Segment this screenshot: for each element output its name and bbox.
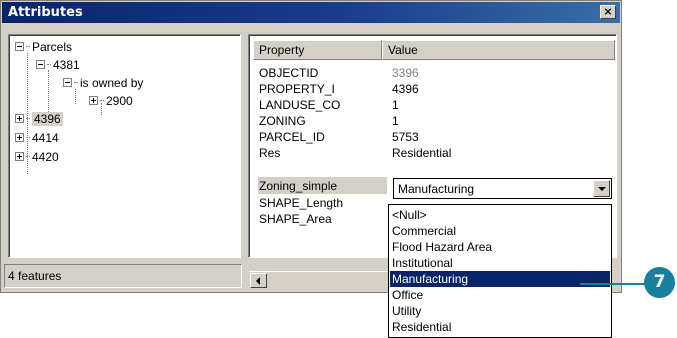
tree-item-4396[interactable]: 4396	[15, 111, 63, 127]
option-commercial[interactable]: Commercial	[390, 223, 610, 239]
tree-label: 2900	[106, 94, 133, 108]
property-value[interactable]: 5753	[392, 129, 419, 145]
tree-connector	[75, 89, 76, 104]
property-name: LANDUSE_CO	[259, 98, 341, 112]
tree-label: is owned by	[80, 76, 144, 90]
step-callout-badge: 7	[644, 267, 675, 298]
tree-item-2900[interactable]: 2900	[89, 93, 133, 109]
option-institutional[interactable]: Institutional	[390, 255, 610, 271]
property-value[interactable]: 4396	[392, 81, 419, 97]
option-manufacturing[interactable]: Manufacturing	[390, 271, 610, 287]
tree-label: 4414	[32, 131, 59, 145]
tree-item-4420[interactable]: 4420	[15, 149, 59, 165]
tree-dots	[26, 137, 30, 139]
feature-count-status: 4 features	[4, 264, 242, 288]
option-residential[interactable]: Residential	[390, 319, 610, 335]
tree-item-4381[interactable]: 4381	[36, 57, 80, 73]
tree-label: Parcels	[32, 40, 73, 54]
property-name: Res	[259, 146, 281, 160]
scroll-left-arrow-icon[interactable]	[250, 273, 267, 288]
property-name: SHAPE_Area	[259, 212, 332, 226]
property-value[interactable]: 1	[392, 97, 399, 113]
column-header-value[interactable]: Value	[382, 40, 615, 60]
tree-dots	[26, 118, 30, 120]
option-flood-hazard-area[interactable]: Flood Hazard Area	[390, 239, 610, 255]
expand-toggle-icon[interactable]	[15, 114, 24, 124]
tree-dots	[26, 156, 30, 158]
horizontal-scrollbar[interactable]	[249, 271, 391, 288]
option-null[interactable]: <Null>	[390, 207, 610, 223]
close-button[interactable]: ×	[600, 5, 616, 19]
option-office[interactable]: Office	[390, 287, 610, 303]
property-name: PARCEL_ID	[259, 130, 325, 144]
property-name: SHAPE_Length	[259, 196, 344, 210]
expand-toggle-icon[interactable]	[15, 133, 24, 143]
property-name: ZONING	[259, 114, 306, 128]
tree-label: 4396	[32, 112, 63, 126]
tree-label: 4420	[32, 150, 59, 164]
zoning-simple-combo[interactable]: Manufacturing	[393, 178, 612, 199]
collapse-toggle-icon[interactable]	[15, 42, 24, 52]
title-bar[interactable]: Attributes ×	[2, 2, 620, 23]
column-header-property[interactable]: Property	[253, 40, 382, 60]
tree-dots	[74, 82, 78, 84]
property-value[interactable]: 1	[392, 113, 399, 129]
tree-dots	[100, 100, 104, 102]
tree-label: 4381	[53, 58, 80, 72]
dropdown-arrow-icon[interactable]	[593, 180, 610, 197]
feature-tree[interactable]: Parcels 4381 is owned by 2900 4396 4414 …	[8, 34, 241, 258]
callout-leader-line	[580, 283, 646, 285]
tree-item-parcels[interactable]: Parcels	[15, 39, 72, 55]
tree-dots	[47, 64, 51, 66]
property-value: 3396	[392, 66, 419, 80]
option-utility[interactable]: Utility	[390, 303, 610, 319]
expand-toggle-icon[interactable]	[89, 96, 98, 106]
property-value[interactable]: Residential	[392, 145, 451, 161]
expand-toggle-icon[interactable]	[15, 152, 24, 162]
zoning-dropdown-list[interactable]: <Null> Commercial Flood Hazard Area Inst…	[388, 204, 612, 338]
property-name: OBJECTID	[259, 66, 319, 80]
window-title: Attributes	[8, 5, 83, 20]
tree-item-is-owned-by[interactable]: is owned by	[63, 75, 143, 91]
collapse-toggle-icon[interactable]	[63, 78, 72, 88]
combo-selected-value: Manufacturing	[398, 182, 475, 196]
property-name: Zoning_simple	[259, 179, 338, 193]
tree-item-4414[interactable]: 4414	[15, 130, 59, 146]
property-name: PROPERTY_I	[259, 82, 335, 96]
collapse-toggle-icon[interactable]	[36, 60, 45, 70]
tree-dots	[26, 46, 30, 48]
